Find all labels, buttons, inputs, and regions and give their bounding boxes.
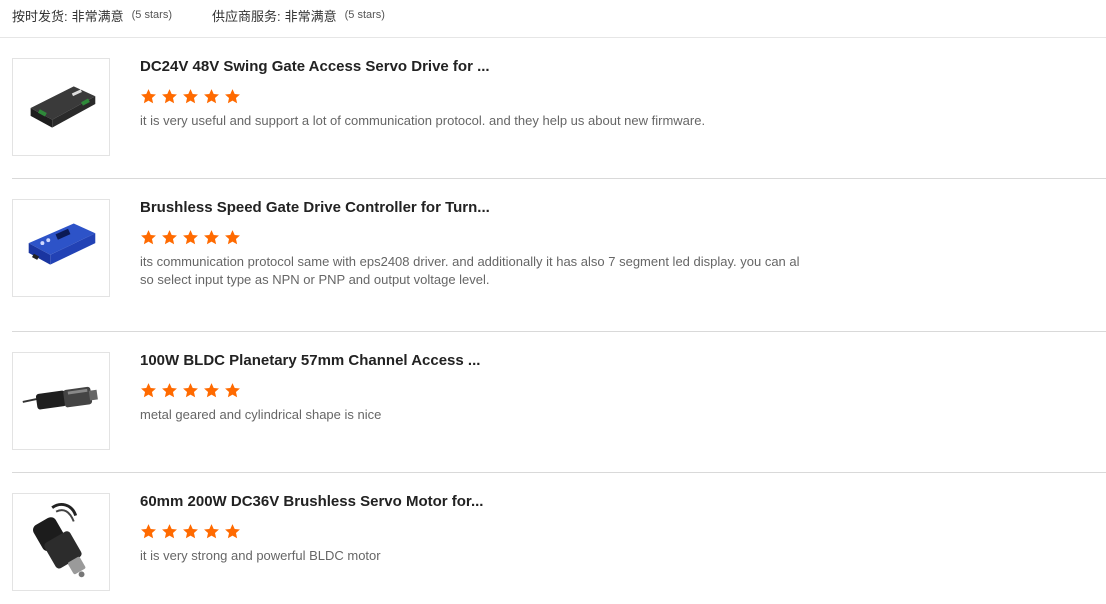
- star-icon: [203, 382, 220, 399]
- star-icon: [203, 88, 220, 105]
- star-icon: [182, 229, 199, 246]
- product-thumbnail[interactable]: [12, 58, 110, 156]
- star-rating: [140, 88, 800, 106]
- service-stars: (5 stars): [344, 9, 385, 21]
- review-text: it is very strong and powerful BLDC moto…: [140, 548, 381, 563]
- product-thumbnail[interactable]: [12, 493, 110, 591]
- delivery-stars: (5 stars): [131, 9, 172, 21]
- star-icon: [182, 88, 199, 105]
- star-icon: [224, 229, 241, 246]
- delivery-label: 按时发货:: [12, 8, 68, 24]
- delivery-rating: 按时发货: 非常满意 (5 stars): [12, 6, 172, 25]
- star-icon: [161, 88, 178, 105]
- drive-controller-blue-image: [13, 200, 109, 296]
- delivery-value: 非常满意: [71, 8, 124, 24]
- star-icon: [140, 229, 157, 246]
- star-icon: [224, 382, 241, 399]
- star-icon: [224, 88, 241, 105]
- star-icon: [161, 523, 178, 540]
- review-product-title[interactable]: DC24V 48V Swing Gate Access Servo Drive …: [140, 58, 800, 76]
- star-icon: [224, 523, 241, 540]
- review-text: metal geared and cylindrical shape is ni…: [140, 407, 382, 422]
- star-icon: [161, 229, 178, 246]
- planetary-motor-image: [13, 353, 109, 449]
- star-rating: [140, 382, 800, 400]
- review-divider: [12, 178, 1106, 179]
- star-rating: [140, 229, 800, 247]
- review-divider: [12, 472, 1106, 473]
- rating-summary: 按时发货: 非常满意 (5 stars) 供应商服务: 非常满意 (5 star…: [12, 0, 385, 30]
- product-thumbnail[interactable]: [12, 199, 110, 297]
- review-text: it is very useful and support a lot of c…: [140, 113, 706, 128]
- review-text: its communication protocol same with eps…: [140, 254, 800, 287]
- servo-motor-image: [13, 494, 109, 590]
- star-rating: [140, 523, 800, 541]
- star-icon: [182, 382, 199, 399]
- service-rating: 供应商服务: 非常满意 (5 stars): [212, 6, 385, 25]
- review-divider: [12, 331, 1106, 332]
- review-product-title[interactable]: 100W BLDC Planetary 57mm Channel Access …: [140, 352, 800, 370]
- star-icon: [203, 229, 220, 246]
- review-product-title[interactable]: 60mm 200W DC36V Brushless Servo Motor fo…: [140, 493, 800, 511]
- summary-divider: [0, 37, 1106, 38]
- star-icon: [203, 523, 220, 540]
- star-icon: [140, 382, 157, 399]
- product-thumbnail[interactable]: [12, 352, 110, 450]
- star-icon: [182, 523, 199, 540]
- service-label: 供应商服务:: [211, 8, 281, 24]
- star-icon: [140, 88, 157, 105]
- review-product-title[interactable]: Brushless Speed Gate Drive Controller fo…: [140, 199, 800, 217]
- service-value: 非常满意: [284, 8, 337, 24]
- star-icon: [140, 523, 157, 540]
- servo-drive-black-image: [13, 59, 109, 155]
- star-icon: [161, 382, 178, 399]
